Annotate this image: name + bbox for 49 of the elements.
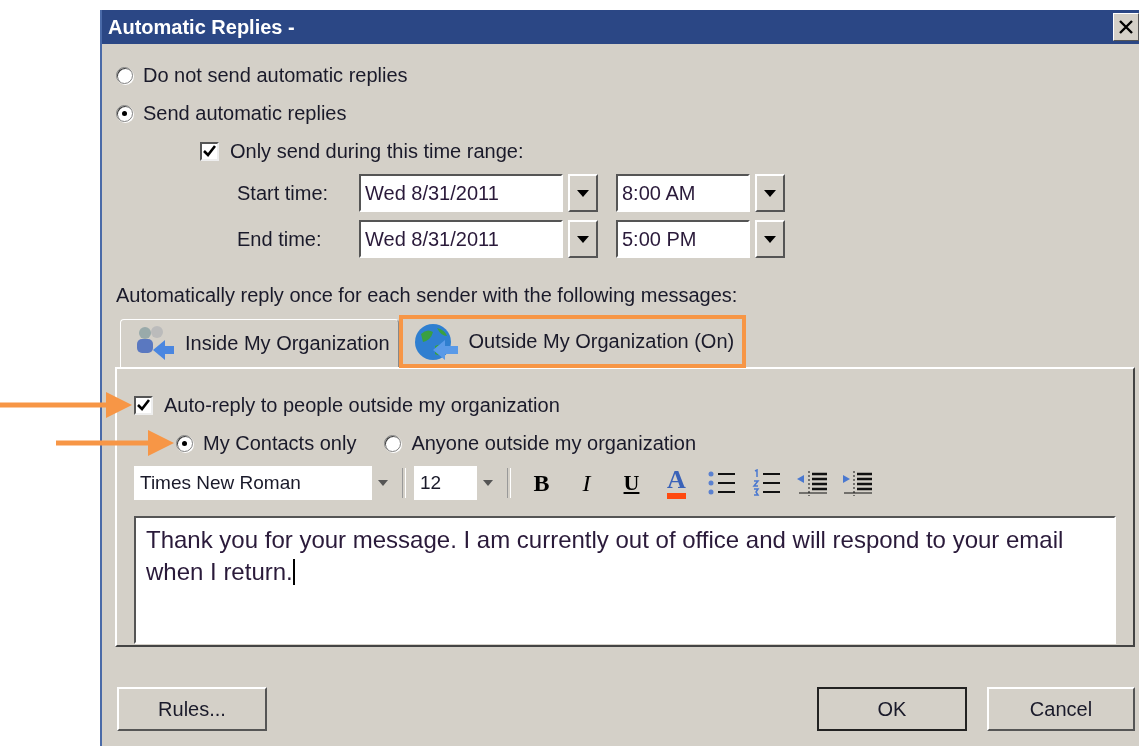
tab[interactable]: Outside My Organization (On) [398,315,747,368]
radio-label: Send automatic replies [143,101,347,125]
checkbox[interactable] [200,141,219,161]
field-label: Start time: [237,181,330,205]
dropdown-button[interactable] [755,220,785,258]
caret-icon [483,480,493,486]
caret-icon [577,189,589,197]
caret-icon [764,235,776,243]
radio-label: Do not send automatic replies [143,63,408,87]
dropdown-button[interactable] [568,220,598,258]
message-field[interactable]: Thank you for your message. I am currently out of office and will respond to your email when I return. [134,516,1116,644]
instruction-text: Automatically reply once for each sender with the following messages: [116,282,739,308]
close-button[interactable] [1113,13,1139,41]
dialog-button[interactable]: Cancel [987,687,1135,731]
bulleted-list-icon [706,470,737,496]
caret-icon [764,189,776,197]
italic-button[interactable]: I [564,466,609,500]
dropdown-field[interactable]: 12 [414,466,499,500]
dialog-button[interactable]: Rules... [117,687,267,731]
dialog-button[interactable]: OK [817,687,967,731]
indent-icon [840,469,873,497]
dropdown-field[interactable]: Times New Roman [134,466,394,500]
tab[interactable]: Inside My Organization [120,319,399,367]
globe-arrow-icon [412,321,459,362]
dropdown-button[interactable] [568,174,598,212]
close-icon [1118,19,1134,35]
caret-icon [378,480,388,486]
font-color-button[interactable]: A [654,466,699,500]
checkbox-label: Only send during this time range: [230,139,524,163]
outdent-icon [795,469,828,497]
radio-button[interactable] [176,434,193,452]
time-field[interactable]: 5:00 PM [616,220,750,258]
caret-icon [577,235,589,243]
checkbox[interactable] [134,395,153,415]
bold-button[interactable]: B [519,466,564,500]
numbered-list-icon [751,469,782,497]
radio-label: My Contacts only [203,431,357,455]
checkbox-label: Auto-reply to people outside my organization [164,393,560,417]
radio-button[interactable] [116,104,133,122]
radio-button[interactable] [384,434,402,452]
time-field[interactable]: 8:00 AM [616,174,750,212]
dropdown-button[interactable] [755,174,785,212]
window-title: Automatic Replies - [107,15,295,39]
field-label: End time: [237,227,323,251]
radio-button[interactable] [116,66,133,84]
radio-label: Anyone outside my organization [411,431,696,455]
date-field[interactable]: Wed 8/31/2011 [359,220,563,258]
date-field[interactable]: Wed 8/31/2011 [359,174,563,212]
underline-button[interactable]: U [609,466,654,500]
